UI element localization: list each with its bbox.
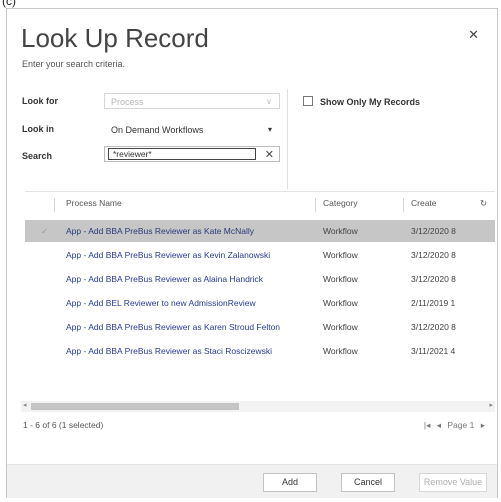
- horizontal-scrollbar[interactable]: ◂ ▸: [21, 401, 495, 412]
- created-cell: 3/12/2020 8: [411, 250, 456, 260]
- category-cell: Workflow: [323, 226, 358, 236]
- process-name-link[interactable]: App - Add BBA PreBus Reviewer as Kate Mc…: [66, 226, 254, 236]
- dialog-subtitle: Enter your search criteria.: [22, 59, 126, 69]
- process-name-link[interactable]: App - Add BBA PreBus Reviewer as Staci R…: [66, 346, 272, 356]
- chevron-down-icon: ∨: [266, 97, 272, 106]
- lookup-dialog: Look Up Record Enter your search criteri…: [6, 8, 498, 498]
- column-header-category[interactable]: Category: [323, 198, 358, 208]
- created-cell: 3/12/2020 8: [411, 226, 456, 236]
- scroll-right-icon[interactable]: ▸: [489, 401, 493, 409]
- scrollbar-thumb[interactable]: [31, 403, 239, 410]
- process-name-link[interactable]: App - Add BBA PreBus Reviewer as Kevin Z…: [66, 250, 270, 260]
- add-button[interactable]: Add: [263, 473, 317, 492]
- table-row[interactable]: ✓ App - Add BBA PreBus Reviewer as Kate …: [25, 220, 495, 242]
- category-cell: Workflow: [323, 298, 358, 308]
- refresh-icon[interactable]: ↻: [480, 198, 487, 209]
- look-for-select[interactable]: Process ∨: [104, 93, 280, 109]
- process-name-link[interactable]: App - Add BEL Reviewer to new AdmissionR…: [66, 298, 256, 308]
- search-input[interactable]: *reviewer*: [108, 148, 256, 160]
- created-cell: 3/12/2020 8: [411, 322, 456, 332]
- table-row[interactable]: App - Add BBA PreBus Reviewer as Staci R…: [25, 340, 495, 362]
- clear-search-icon[interactable]: ✕: [265, 147, 274, 163]
- look-in-label: Look in: [22, 124, 54, 134]
- checkmark-icon: ✓: [41, 226, 49, 236]
- category-cell: Workflow: [323, 322, 358, 332]
- category-cell: Workflow: [323, 274, 358, 284]
- divider: [287, 89, 288, 189]
- table-row[interactable]: App - Add BEL Reviewer to new AdmissionR…: [25, 292, 495, 314]
- created-cell: 2/11/2019 1: [411, 298, 456, 308]
- look-in-value: On Demand Workflows: [111, 125, 204, 135]
- process-name-link[interactable]: App - Add BBA PreBus Reviewer as Alaina …: [66, 274, 263, 284]
- page-indicator: Page 1: [447, 420, 475, 430]
- search-field[interactable]: *reviewer* ✕: [104, 146, 280, 162]
- look-in-select[interactable]: On Demand Workflows ▾: [104, 121, 280, 137]
- look-for-value: Process: [111, 97, 144, 107]
- show-only-my-records-label: Show Only My Records: [320, 97, 421, 107]
- previous-page-icon[interactable]: ◂: [437, 420, 441, 430]
- category-cell: Workflow: [323, 250, 358, 260]
- column-divider: [315, 198, 316, 212]
- column-header-process-name[interactable]: Process Name: [66, 198, 122, 208]
- created-cell: 3/11/2021 4: [411, 346, 456, 356]
- figure-label: (c): [2, 0, 16, 8]
- cancel-button[interactable]: Cancel: [341, 473, 395, 492]
- first-page-icon[interactable]: |◂: [424, 420, 430, 430]
- column-divider: [54, 198, 55, 212]
- dialog-title: Look Up Record: [21, 23, 209, 53]
- table-row[interactable]: App - Add BBA PreBus Reviewer as Karen S…: [25, 316, 495, 338]
- column-header-created[interactable]: Create: [411, 198, 437, 208]
- search-label: Search: [22, 151, 53, 161]
- scroll-left-icon[interactable]: ◂: [23, 401, 27, 409]
- close-icon[interactable]: ✕: [468, 27, 479, 43]
- dialog-footer: Add Cancel Remove Value: [7, 464, 497, 498]
- category-cell: Workflow: [323, 346, 358, 356]
- show-only-my-records-checkbox[interactable]: [303, 96, 313, 106]
- remove-value-button[interactable]: Remove Value: [419, 473, 487, 492]
- grid-header: Process Name Category Create ↻: [25, 198, 495, 212]
- next-page-icon[interactable]: ▸: [481, 420, 485, 430]
- pager: |◂ ◂ Page 1 ▸: [420, 420, 485, 431]
- process-name-link[interactable]: App - Add BBA PreBus Reviewer as Karen S…: [66, 322, 280, 332]
- look-for-label: Look for: [22, 96, 58, 106]
- column-divider: [403, 198, 404, 212]
- chevron-down-icon: ▾: [267, 125, 272, 134]
- selection-status: 1 - 6 of 6 (1 selected): [23, 420, 104, 430]
- table-row[interactable]: App - Add BBA PreBus Reviewer as Alaina …: [25, 268, 495, 290]
- table-row[interactable]: App - Add BBA PreBus Reviewer as Kevin Z…: [25, 244, 495, 266]
- created-cell: 3/12/2020 8: [411, 274, 456, 284]
